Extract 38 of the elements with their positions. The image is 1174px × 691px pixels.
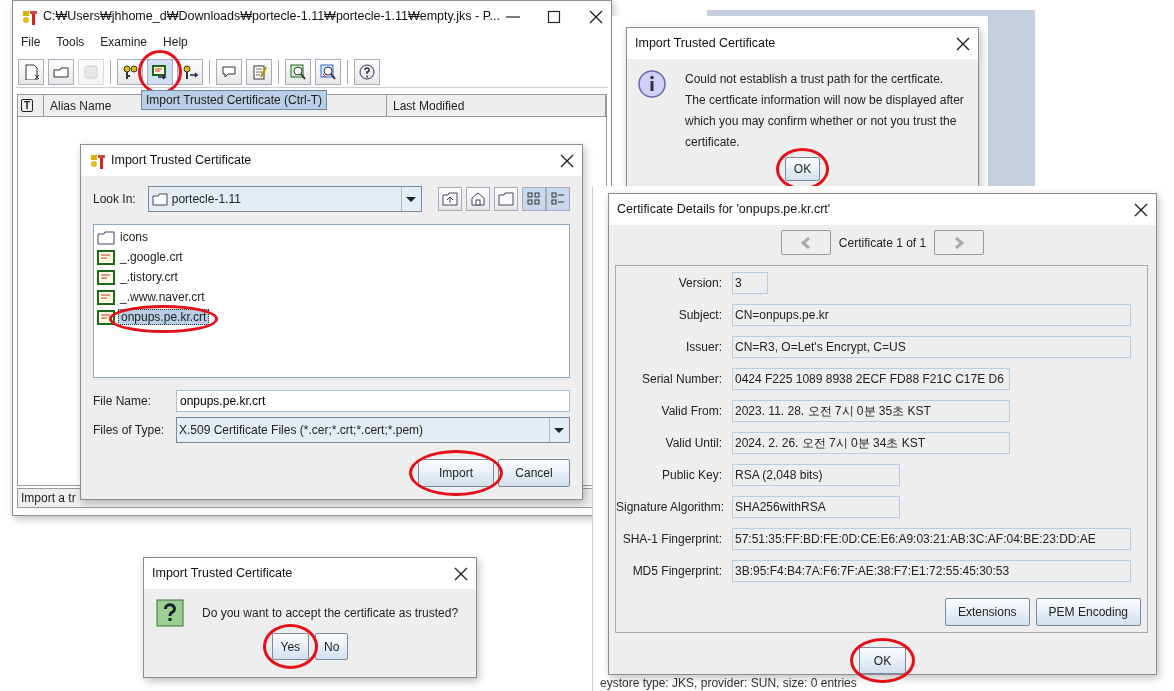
- message-line: The certficate information will now be displayed after: [685, 92, 964, 109]
- field-label: Signature Algorithm:: [616, 499, 726, 516]
- field-label: SHA-1 Fingerprint:: [621, 531, 723, 548]
- field-value: 2024. 2. 26. 오전 7시 0분 34초 KST: [732, 432, 1010, 454]
- window-title: Import Trusted Certificate: [111, 152, 253, 170]
- field-value: SHA256withRSA: [732, 496, 900, 518]
- message-line: Could not establish a trust path for the certficate.: [685, 71, 945, 88]
- field-value: CN=onpups.pe.kr: [732, 304, 1131, 326]
- message-line: certificate.: [685, 134, 741, 151]
- field-label: MD5 Fingerprint:: [631, 563, 723, 580]
- message-line: which you may confirm whether or not you trust the: [685, 113, 958, 130]
- window-title: Certificate Details for 'onpups.pe.kr.crt': [617, 201, 832, 219]
- field-label: Look In:: [93, 191, 136, 208]
- field-label: Valid From:: [660, 403, 723, 420]
- field-value: RSA (2,048 bits): [732, 464, 900, 486]
- field-label: Subject:: [677, 307, 723, 324]
- field-label: Issuer:: [685, 339, 723, 356]
- field-label: Version:: [677, 275, 723, 292]
- status-text: eystore type: JKS, provider: SUN, size: 0 entries: [600, 676, 857, 690]
- field-label: Public Key:: [660, 467, 723, 484]
- certificate-counter: Certificate 1 of 1: [838, 234, 927, 252]
- tooltip: Import Trusted Certificate (Ctrl-T): [141, 90, 328, 110]
- window-title: C:₩Users₩jhhome_d₩Downloads₩portecle-1.11₩portecle-1.11₩empty.jks - P...: [43, 8, 500, 26]
- field-value: 3: [732, 272, 768, 294]
- field-label: Valid Until:: [664, 435, 723, 452]
- field-value: 0424 F225 1089 8938 2ECF FD88 F21C C17E D6: [732, 368, 1010, 390]
- field-value: 2023. 11. 28. 오전 7시 0분 35초 KST: [732, 400, 1010, 422]
- message-text: Do you want to accept the certificate as trusted?: [202, 605, 459, 622]
- type-glyph: T: [21, 99, 34, 112]
- field-label: File Name:: [93, 393, 152, 410]
- field-value: 57:51:35:FF:BD:FE:0D:CE:E6:A9:03:21:AB:3C:AF:04:BE:23:DD:AE: [732, 528, 1131, 550]
- status-text: Import a tr: [21, 491, 76, 505]
- field-value: 3B:95:F4:B4:7A:F6:7F:AE:38:F7:E1:72:55:45:30:53: [732, 560, 1131, 582]
- field-value: CN=R3, O=Let's Encrypt, C=US: [732, 336, 1131, 358]
- window-title: Import Trusted Certificate: [152, 565, 294, 583]
- field-label: Files of Type:: [93, 422, 166, 439]
- field-label: Serial Number:: [640, 371, 723, 388]
- window-title: Import Trusted Certificate: [635, 35, 777, 53]
